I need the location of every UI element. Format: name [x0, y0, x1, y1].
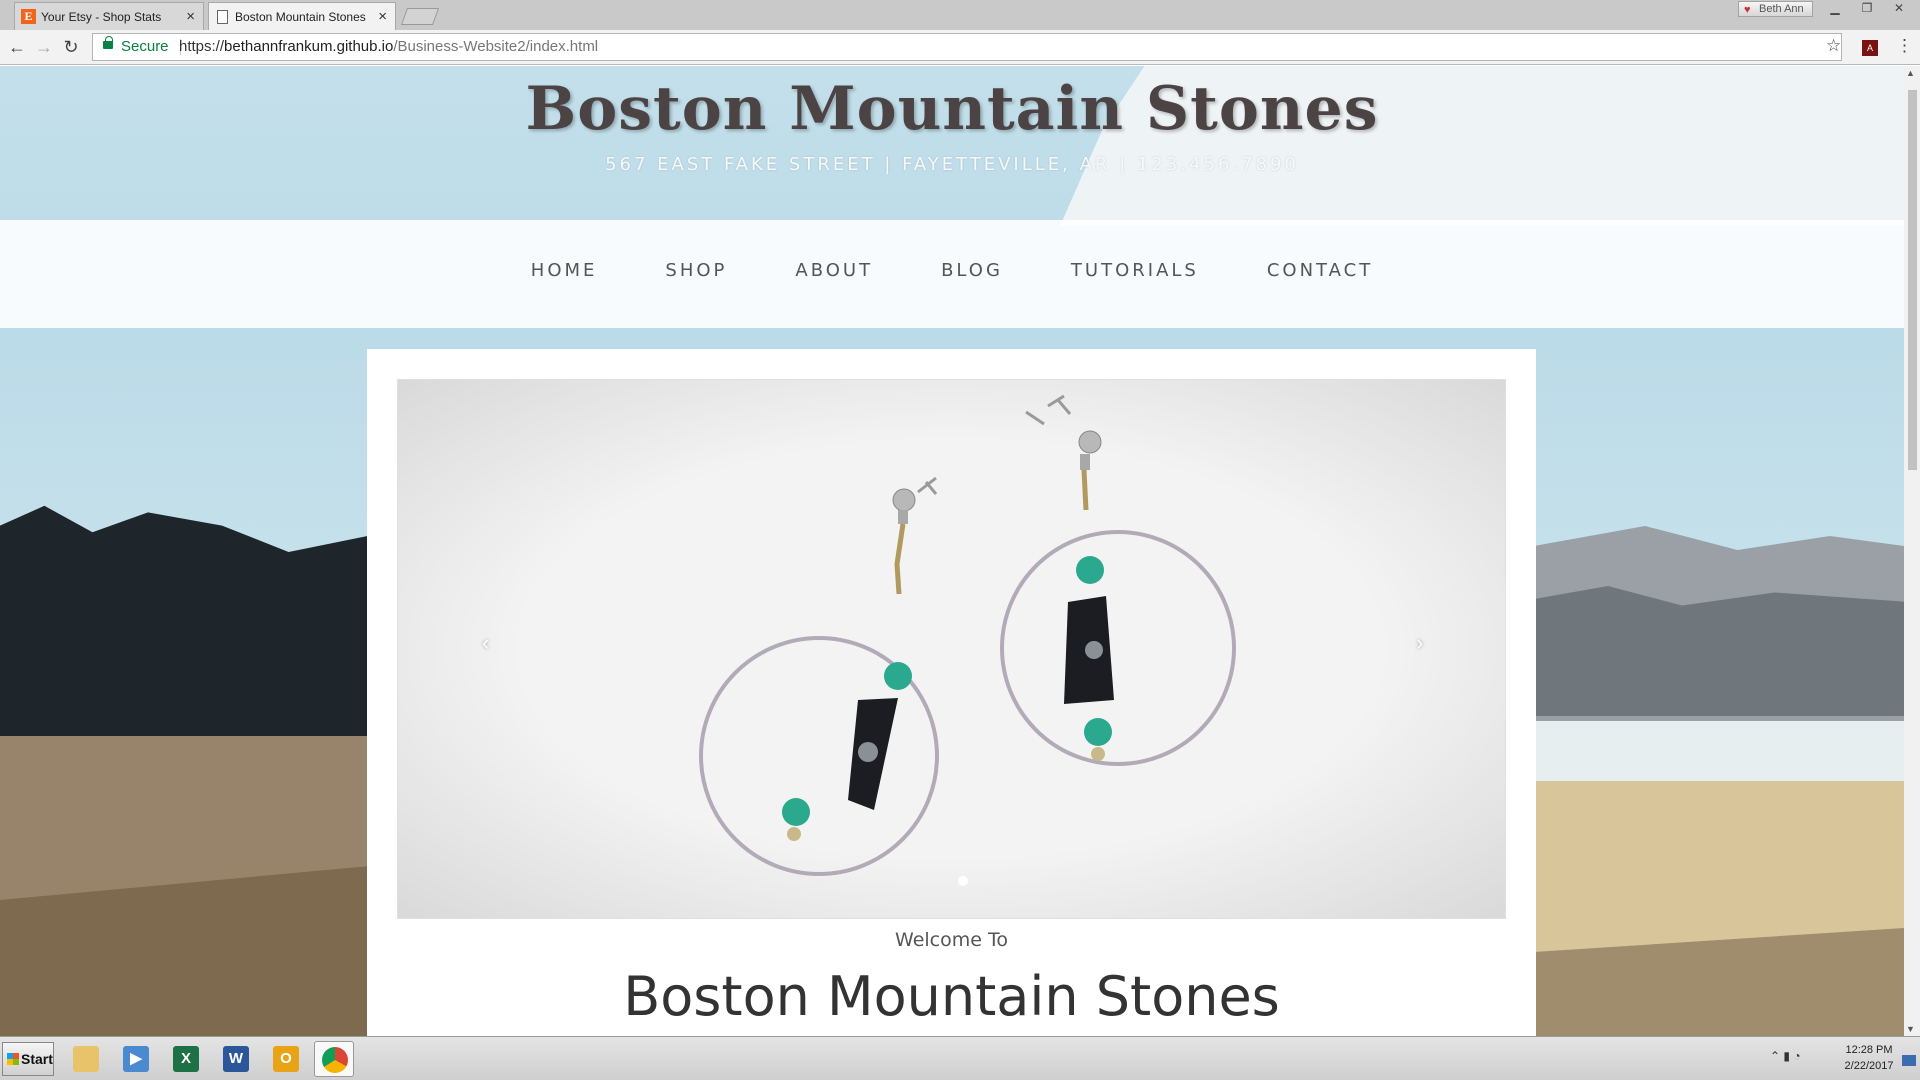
document-icon [217, 10, 228, 24]
carousel-prev-icon[interactable]: ‹ [482, 630, 489, 656]
notifications-icon[interactable] [1902, 1055, 1916, 1066]
url-text: https://bethannfrankum.github.io/Busines… [179, 34, 598, 60]
windows-logo-icon [7, 1053, 19, 1065]
media-player-icon[interactable]: ▶ [116, 1041, 156, 1077]
nav-contact[interactable]: CONTACT [1267, 260, 1373, 281]
forward-icon[interactable]: → [33, 36, 55, 58]
url-path: /Business-Website2/index.html [393, 38, 599, 55]
excel-icon[interactable]: X [166, 1041, 206, 1077]
nav-tutorials[interactable]: TUTORIALS [1071, 260, 1199, 281]
windows-taskbar: Start ▶ X W O ⌃ ▮ ◔ 12:28 PM 2/22/2017 [0, 1036, 1920, 1080]
menu-icon[interactable]: ⋮ [1896, 36, 1913, 56]
outlook-icon[interactable]: O [266, 1041, 306, 1077]
carousel-indicator[interactable] [958, 876, 968, 886]
earrings-image [699, 394, 1236, 876]
back-icon[interactable]: ← [6, 36, 28, 58]
profile-name: Beth Ann [1759, 3, 1804, 15]
tab-title: Your Etsy - Shop Stats [41, 10, 162, 24]
close-window-button[interactable]: ✕ [1884, 1, 1914, 17]
address-bar[interactable]: Secure https://bethannfrankum.github.io/… [92, 33, 1842, 61]
word-icon[interactable]: W [216, 1041, 256, 1077]
clock[interactable]: 12:28 PM 2/22/2017 [1838, 1042, 1900, 1074]
url-scheme: https:// [179, 38, 225, 55]
scroll-down-icon[interactable]: ▼ [1906, 1024, 1915, 1034]
url-domain: bethannfrankum.github.io [224, 38, 394, 55]
start-label: Start [21, 1051, 53, 1067]
right-earring [1000, 394, 1236, 766]
start-button[interactable]: Start [2, 1042, 54, 1076]
tab-title: Boston Mountain Stones [235, 10, 366, 24]
main-nav: HOME SHOP ABOUT BLOG TUTORIALS CONTACT [0, 220, 1904, 328]
nav-blog[interactable]: BLOG [941, 260, 1003, 281]
browser-toolbar: ← → ↻ Secure https://bethannfrankum.gith… [0, 30, 1920, 65]
system-tray[interactable]: ⌃ ▮ ◔ [1770, 1049, 1801, 1063]
tab-boston-mountain-stones[interactable]: Boston Mountain Stones × [208, 2, 396, 30]
clock-time: 12:28 PM [1845, 1044, 1893, 1056]
clock-date: 2/22/2017 [1844, 1060, 1894, 1072]
nav-about[interactable]: ABOUT [795, 260, 873, 281]
new-tab-button[interactable] [400, 8, 440, 25]
background-river-right [1534, 721, 1904, 781]
scrollbar-thumb[interactable] [1908, 90, 1917, 470]
secure-label: Secure [121, 38, 169, 55]
profile-button[interactable]: ♥ Beth Ann [1738, 1, 1813, 17]
site-header: Boston Mountain Stones 567 East Fake Str… [0, 66, 1904, 226]
background-trees-right [1534, 586, 1904, 716]
site-address: 567 East Fake Street | Fayetteville, AR … [605, 154, 1299, 175]
profile-icon: ♥ [1744, 4, 1751, 16]
page-viewport: Boston Mountain Stones 567 East Fake Str… [0, 66, 1904, 1036]
welcome-text: Welcome To [895, 929, 1008, 951]
main-content: ‹ › Welcome To Boston Mountain Stones [367, 349, 1536, 1036]
close-icon[interactable]: × [186, 3, 195, 30]
image-carousel[interactable]: ‹ › [397, 379, 1506, 919]
nav-home[interactable]: HOME [531, 260, 598, 281]
chrome-icon[interactable] [314, 1041, 354, 1077]
bookmark-star-icon[interactable]: ☆ [1826, 36, 1841, 56]
lock-icon [103, 36, 113, 49]
pdf-extension-icon[interactable]: A [1862, 40, 1878, 56]
tab-strip: E Your Etsy - Shop Stats × Boston Mounta… [0, 0, 1920, 30]
file-explorer-icon[interactable] [66, 1041, 106, 1077]
page-heading: Boston Mountain Stones [623, 965, 1280, 1028]
scroll-up-icon[interactable]: ▲ [1906, 68, 1915, 78]
close-icon[interactable]: × [378, 3, 387, 30]
site-title: Boston Mountain Stones [525, 74, 1379, 144]
carousel-next-icon[interactable]: › [1416, 630, 1423, 656]
left-earring [699, 476, 939, 876]
restore-button[interactable]: ❐ [1852, 1, 1882, 17]
tab-etsy[interactable]: E Your Etsy - Shop Stats × [14, 2, 204, 30]
minimize-button[interactable]: ▁ [1820, 1, 1850, 17]
nav-shop[interactable]: SHOP [665, 260, 727, 281]
etsy-icon: E [21, 9, 36, 24]
reload-icon[interactable]: ↻ [60, 36, 82, 58]
